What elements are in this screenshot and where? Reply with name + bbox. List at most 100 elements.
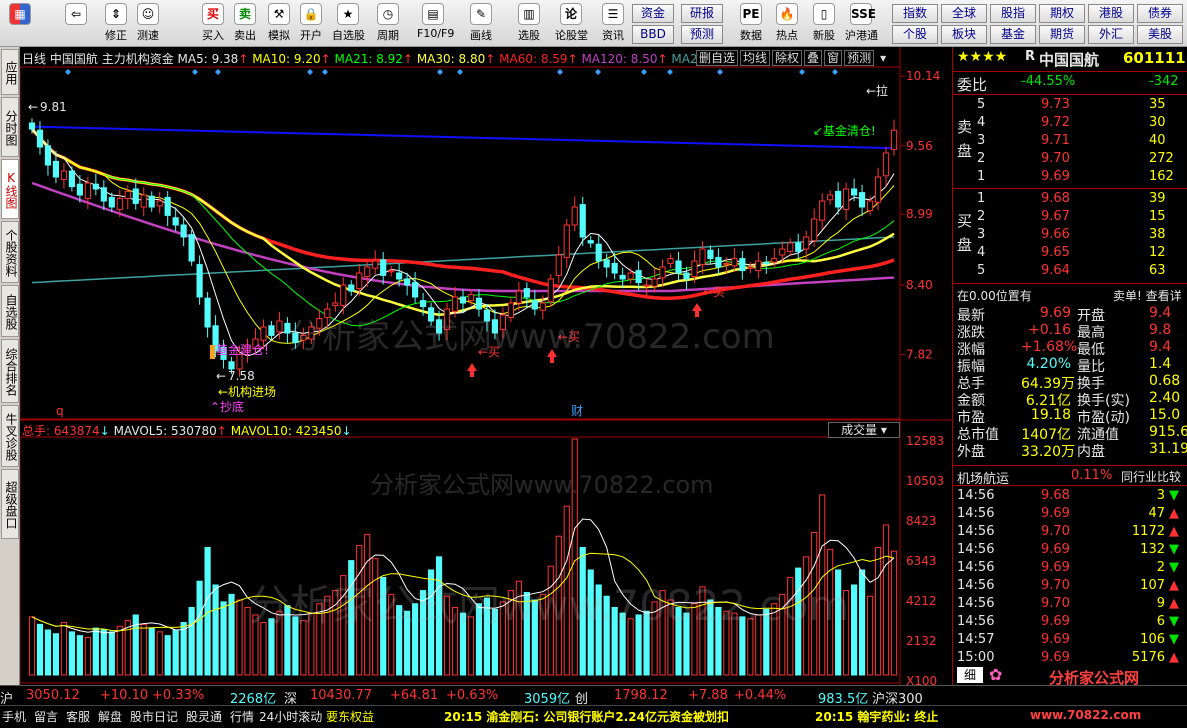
event-marker-11[interactable] <box>717 69 723 75</box>
left-tab-1[interactable]: 分时图 <box>1 97 19 157</box>
bottom-tab-3[interactable]: 解盘 <box>98 708 122 725</box>
event-marker-7[interactable] <box>557 69 563 75</box>
chart-tool-0[interactable]: 删自选 <box>696 50 739 66</box>
kline-chart-svg[interactable]: 10.14 9.56 8.99 8.40 7.82 12583 10503 8423 6343 4… <box>20 47 952 685</box>
market-button-9[interactable]: 期货 <box>1039 25 1085 44</box>
event-marker-8[interactable] <box>595 69 601 75</box>
toolbar-button-9[interactable]: ◷ 周期 <box>372 3 404 45</box>
left-tab-7[interactable]: 超级盘口 <box>1 469 19 539</box>
market-button-2[interactable]: 股指 <box>990 4 1036 23</box>
toolbar-button-15[interactable]: PE 数据 <box>735 3 767 45</box>
volume-bar <box>76 635 83 676</box>
candle-body <box>659 266 666 279</box>
weibi-value: -44.55% <box>1021 74 1076 89</box>
market-button-11[interactable]: 美股 <box>1137 25 1183 44</box>
event-marker-4[interactable] <box>322 69 328 75</box>
cy-change: +7.88 <box>688 688 728 703</box>
toolbar-button-18[interactable]: SSE 沪港通 <box>845 3 878 45</box>
bottom-tab-1[interactable]: 留言 <box>34 708 58 725</box>
volume-bar <box>116 625 123 676</box>
bottom-tab-2[interactable]: 客服 <box>66 708 90 725</box>
toolbar-button-1[interactable]: ⇦ <box>60 3 92 45</box>
left-tab-0[interactable]: 应用 <box>1 49 19 95</box>
chart-tool-3[interactable]: 叠 <box>804 50 823 66</box>
market-button-4[interactable]: 港股 <box>1088 4 1134 23</box>
market-button-8[interactable]: 基金 <box>990 25 1036 44</box>
event-marker-0[interactable] <box>65 69 71 75</box>
kline-chart-area[interactable]: 10.14 9.56 8.99 8.40 7.82 12583 10503 8423 6343 4… <box>20 47 952 685</box>
toolbar-small-button-3[interactable]: 预测 <box>681 25 723 44</box>
volume-indicator-button[interactable]: 成交量 ▾ <box>828 422 900 438</box>
toolbar-button-12[interactable]: ▥ 选股 <box>513 3 545 45</box>
indicator-name[interactable]: 主力机构资金 <box>102 52 174 66</box>
volume-bar <box>364 533 371 676</box>
left-tab-3[interactable]: 个股资料 <box>1 221 19 283</box>
toolbar-small-button-1[interactable]: 研报 <box>681 4 723 23</box>
candle-body <box>348 284 355 292</box>
toolbar-button-14[interactable]: ☰ 资讯 <box>597 3 629 45</box>
left-tab-5[interactable]: 综合排名 <box>1 339 19 403</box>
event-marker-3[interactable] <box>307 69 313 75</box>
candle-body <box>292 332 299 344</box>
event-marker-5[interactable] <box>437 69 443 75</box>
event-marker-2[interactable] <box>215 69 221 75</box>
toolbar-button-11[interactable]: ✎ 画线 <box>465 3 497 45</box>
event-marker-6[interactable] <box>457 69 463 75</box>
market-button-3[interactable]: 期权 <box>1039 4 1085 23</box>
chart-tool-2[interactable]: 除权 <box>772 50 803 66</box>
market-button-0[interactable]: 指数 <box>892 4 938 23</box>
bottom-tab-6[interactable]: 行情 <box>230 708 254 725</box>
chart-tool-4[interactable]: 窗 <box>824 50 843 66</box>
sh-percent: +0.33% <box>152 688 205 703</box>
bottom-tab-7[interactable]: 24小时滚动 <box>259 708 322 725</box>
toolbar-button-13[interactable]: 论论股堂 <box>555 3 588 45</box>
chart-tool-1[interactable]: 均线 <box>740 50 771 66</box>
bottom-tab-4[interactable]: 股市日记 <box>130 708 178 725</box>
market-button-7[interactable]: 板块 <box>941 25 987 44</box>
sector-compare-link[interactable]: 同行业比较 <box>1121 468 1181 485</box>
tick-volume-8: 106 <box>1140 632 1165 647</box>
detail-tab[interactable]: 细 <box>957 667 983 683</box>
left-tab-2[interactable]: K线图 <box>1 159 19 219</box>
stat-row-2: 涨幅 +1.68% 最低 9.4 <box>953 339 1187 358</box>
left-tab-4[interactable]: 自选股 <box>1 285 19 337</box>
toolbar-button-5[interactable]: 卖卖出 <box>229 3 261 45</box>
toolbar-button-10[interactable]: ▤ F10/F9 <box>417 3 454 45</box>
detail-tab-label: 细 <box>963 668 976 682</box>
market-button-1[interactable]: 全球 <box>941 4 987 23</box>
toolbar-button-7[interactable]: 🔒 开户 <box>295 3 327 45</box>
stat-label-b-8: 内盘 <box>1077 444 1105 460</box>
toolbar-button-3[interactable]: ☺ 测速 <box>132 3 164 45</box>
toolbar-label-11: 画线 <box>470 29 492 42</box>
chart-dropdown-icon[interactable]: ▾ <box>880 51 886 65</box>
news-ticker-1[interactable]: 20:15 渝金刚石: 公司银行账户2.24亿元资金被划扣 <box>444 708 729 725</box>
period-label[interactable]: 日线 <box>22 52 46 66</box>
event-marker-9[interactable] <box>641 69 647 75</box>
market-button-6[interactable]: 个股 <box>892 25 938 44</box>
bottom-tab-0[interactable]: 手机 <box>2 708 26 725</box>
event-marker-13[interactable] <box>832 69 838 75</box>
market-button-5[interactable]: 债券 <box>1137 4 1183 23</box>
candle-body <box>332 302 339 306</box>
toolbar-small-button-0[interactable]: 资金 <box>632 4 674 23</box>
tick-time-5: 14:56 <box>957 578 995 593</box>
chart-tool-5[interactable]: 预测 <box>844 50 875 66</box>
event-marker-12[interactable] <box>799 69 805 75</box>
toolbar-button-17[interactable]: ▯ 新股 <box>808 3 840 45</box>
toolbar-button-6[interactable]: ⚒ 模拟 <box>263 3 295 45</box>
toolbar-button-0[interactable]: ▦ <box>4 3 36 45</box>
event-marker-10[interactable] <box>667 69 673 75</box>
news-ticker-2[interactable]: 20:15 翰宇药业: 终止 <box>815 708 938 725</box>
bottom-tab-5[interactable]: 股灵通 <box>186 708 222 725</box>
event-marker-1[interactable] <box>192 69 198 75</box>
market-button-10[interactable]: 外汇 <box>1088 25 1134 44</box>
toolbar-button-16[interactable]: 🔥 热点 <box>771 3 803 45</box>
toolbar-button-2[interactable]: ⇕ 修正 <box>100 3 132 45</box>
toolbar-small-button-2[interactable]: BBD <box>632 25 674 44</box>
ask-level-3: 2 <box>977 151 986 166</box>
left-tab-6[interactable]: 牛叉诊股 <box>1 405 19 467</box>
toolbar-button-8[interactable]: ★ 自选股 <box>332 3 365 45</box>
bottom-tab-8[interactable]: 要东权益 <box>326 708 374 725</box>
candle-body <box>651 278 658 287</box>
toolbar-button-4[interactable]: 买买入 <box>197 3 229 45</box>
